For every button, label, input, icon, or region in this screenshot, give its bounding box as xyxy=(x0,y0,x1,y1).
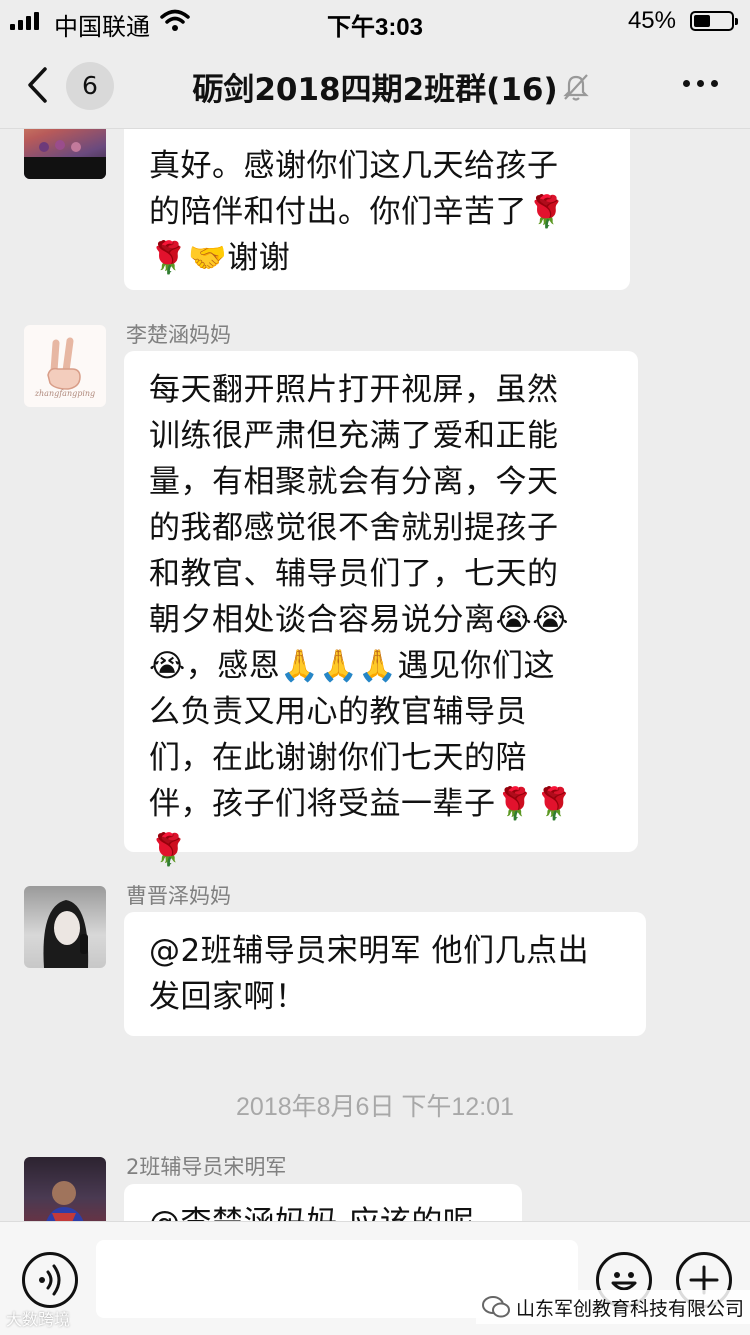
avatar[interactable] xyxy=(24,886,106,968)
avatar-photo xyxy=(46,1181,84,1221)
avatar-caption: zhangfangping xyxy=(34,389,96,398)
avatar-photo xyxy=(24,140,106,179)
watermark-right: 山东军创教育科技有限公司 xyxy=(476,1290,750,1324)
chat-title: 砺剑2018四期2班群(16) xyxy=(192,72,558,108)
sender-name: 2班辅导员宋明军 xyxy=(126,1155,287,1179)
voice-button[interactable] xyxy=(22,1252,78,1308)
message-text: @李楚涵妈妈 应该的呢 xyxy=(149,1200,496,1221)
message-text: 真好。感谢你们这几天给孩子 的陪伴和付出。你们辛苦了🌹 🌹🤝谢谢 xyxy=(149,148,567,276)
bell-off-icon xyxy=(563,74,589,101)
message-bubble[interactable]: 每天翻开照片打开视屏，虽然 训练很严肃但充满了爱和正能 量，有相聚就会有分离，今… xyxy=(124,351,638,868)
message-timestamp: 2018年8月6日 下午12:01 xyxy=(236,1093,514,1121)
watermark-left: 大数跨境 xyxy=(6,1310,71,1329)
message-bubble[interactable]: @2班辅导员宋明军 他们几点出 发回家啊！ xyxy=(124,912,646,1036)
avatar[interactable]: zhangfangping xyxy=(24,325,106,407)
message-text: 每天翻开照片打开视屏，虽然 训练很严肃但充满了爱和正能 量，有相聚就会有分离，今… xyxy=(149,372,574,868)
avatar-photo xyxy=(43,900,89,968)
message-text: @2班辅导员宋明军 他们几点出 发回家啊！ xyxy=(149,933,590,1015)
message-bubble[interactable]: 真好。感谢你们这几天给孩子 的陪伴和付出。你们辛苦了🌹 🌹🤝谢谢 xyxy=(124,129,630,290)
voice-icon xyxy=(39,1264,61,1296)
message-bubble[interactable]: @李楚涵妈妈 应该的呢 xyxy=(124,1184,522,1221)
chevron-left-icon xyxy=(28,67,47,103)
wechat-icon xyxy=(482,1296,510,1318)
more-dots-icon xyxy=(683,80,690,87)
avatar[interactable] xyxy=(24,129,106,179)
avatar[interactable] xyxy=(24,1157,106,1221)
more-button[interactable] xyxy=(683,80,718,87)
unread-count-badge: 6 xyxy=(66,62,114,110)
sender-name: 李楚涵妈妈 xyxy=(126,323,231,347)
message-list[interactable]: 真好。感谢你们这几天给孩子 的陪伴和付出。你们辛苦了🌹 🌹🤝谢谢 zhangfa… xyxy=(0,129,750,1221)
battery-fill xyxy=(694,15,711,27)
battery-percent: 45% xyxy=(627,7,676,34)
status-bar: 中国联通 下午3:03 45% xyxy=(0,0,750,42)
battery-icon xyxy=(690,11,738,31)
chat-header: 6 砺剑2018四期2班群(16) xyxy=(0,42,750,129)
back-button[interactable]: 6 xyxy=(26,62,122,110)
watermark-right-text: 山东军创教育科技有限公司 xyxy=(516,1297,745,1320)
sender-name: 曹晋泽妈妈 xyxy=(126,884,231,908)
